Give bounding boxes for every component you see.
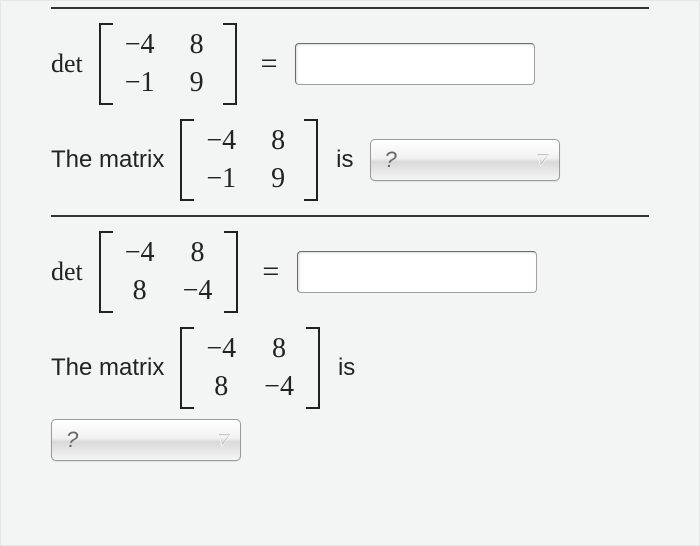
det-row-2: det −4 8 8 −4 = [51, 231, 649, 313]
det-answer-input-1[interactable] [295, 43, 535, 85]
left-bracket-icon [180, 327, 194, 409]
m2-a22: −4 [183, 277, 213, 305]
left-bracket-icon [99, 23, 113, 105]
classify-pre: The matrix [51, 354, 164, 382]
m2-a11: −4 [125, 239, 155, 267]
matrix-1b: −4 8 −1 9 [180, 119, 318, 201]
det-row-1: det −4 8 −1 9 = [51, 23, 649, 105]
chevron-down-icon: ▽ [535, 151, 547, 169]
classify-dropdown-1[interactable]: ? ▽ [370, 139, 560, 181]
m2b-a21: 8 [206, 373, 236, 401]
dropdown-placeholder: ? [66, 427, 78, 453]
classify-post: is [336, 146, 353, 174]
divider [51, 215, 649, 217]
m1-a11: −4 [125, 31, 155, 59]
m1b-a22: 9 [264, 165, 292, 193]
right-bracket-icon [223, 23, 237, 105]
matrix-grid: −4 8 −1 9 [194, 119, 304, 201]
det-label: det [51, 49, 83, 79]
classify-post: is [338, 354, 355, 382]
chevron-down-icon: ▽ [216, 431, 228, 449]
left-bracket-icon [99, 231, 113, 313]
right-bracket-icon [224, 231, 238, 313]
classify-pre: The matrix [51, 146, 164, 174]
m1-a22: 9 [183, 69, 211, 97]
m2b-a12: 8 [264, 335, 294, 363]
right-bracket-icon [304, 119, 318, 201]
classify-row-2: The matrix −4 8 8 −4 is [51, 327, 649, 409]
m1-a21: −1 [125, 69, 155, 97]
matrix-grid: −4 8 −1 9 [113, 23, 223, 105]
classify-row-1: The matrix −4 8 −1 9 is ? ▽ [51, 119, 649, 201]
m1b-a11: −4 [206, 127, 236, 155]
m2-a21: 8 [125, 277, 155, 305]
m1b-a21: −1 [206, 165, 236, 193]
m1-a12: 8 [183, 31, 211, 59]
matrix-1a: −4 8 −1 9 [99, 23, 237, 105]
m1b-a12: 8 [264, 127, 292, 155]
m2b-a22: −4 [264, 373, 294, 401]
equals-sign: = [262, 255, 279, 289]
matrix-2b: −4 8 8 −4 [180, 327, 320, 409]
m2b-a11: −4 [206, 335, 236, 363]
classify-dropdown-2[interactable]: ? ▽ [51, 419, 241, 461]
classify-row-2b: ? ▽ [51, 419, 649, 461]
equals-sign: = [261, 47, 278, 81]
matrix-grid: −4 8 8 −4 [194, 327, 306, 409]
det-label: det [51, 257, 83, 287]
m2-a12: 8 [183, 239, 213, 267]
question-panel: det −4 8 −1 9 = The matrix −4 8 −1 9 [0, 0, 700, 546]
dropdown-placeholder: ? [385, 147, 397, 173]
matrix-2a: −4 8 8 −4 [99, 231, 239, 313]
matrix-grid: −4 8 8 −4 [113, 231, 225, 313]
left-bracket-icon [180, 119, 194, 201]
det-answer-input-2[interactable] [297, 251, 537, 293]
right-bracket-icon [306, 327, 320, 409]
divider [51, 7, 649, 9]
